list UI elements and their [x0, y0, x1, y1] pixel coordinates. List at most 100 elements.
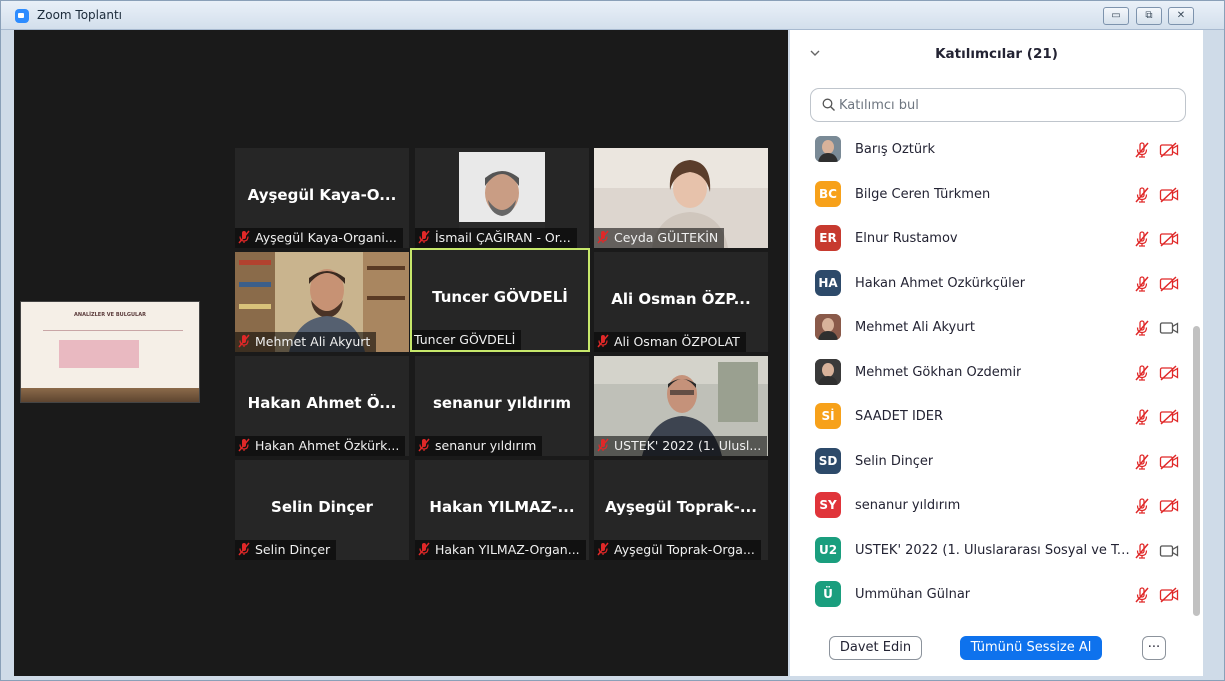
participant-row[interactable]: HA Hakan Ahmet Özkürkçüler: [790, 262, 1190, 306]
tile-label-text: Selin Dinçer: [255, 542, 331, 557]
participant-name: Hakan Ahmet Özkürkçüler: [855, 275, 1026, 291]
video-gallery: ANALİZLER VE BULGULAR Ayşegül Kaya-O... A…: [14, 30, 788, 676]
camera-off-icon[interactable]: [1159, 141, 1179, 159]
avatar-initials: ER: [819, 231, 837, 245]
mic-muted-icon[interactable]: [1133, 408, 1151, 426]
camera-icon[interactable]: [1159, 542, 1179, 560]
camera-off-icon[interactable]: [1159, 230, 1179, 248]
participants-panel: Katılımcılar (21) Barış Öztürk BC Bilge Ce…: [790, 30, 1203, 676]
tile-name-label: Mehmet Ali Akyurt: [235, 332, 377, 352]
more-options-button[interactable]: ···: [1142, 636, 1166, 660]
camera-off-icon[interactable]: [1159, 364, 1179, 382]
participant-tile[interactable]: Hakan Ahmet Ö... Hakan Ahmet Özkürk...: [235, 356, 409, 456]
window-title: Zoom Toplantı: [37, 8, 122, 22]
participant-tile[interactable]: senanur yıldırım senanur yıldırım: [415, 356, 589, 456]
panel-title: Katılımcılar (21): [935, 46, 1058, 62]
participant-row[interactable]: Mehmet Ali Akyurt: [790, 306, 1190, 350]
tile-label-text: Ayşegül Kaya-Organi...: [255, 230, 397, 245]
mic-muted-icon[interactable]: [1133, 586, 1151, 604]
mic-muted-icon: [237, 438, 251, 452]
participant-tile[interactable]: Ali Osman ÖZP... Ali Osman ÖZPOLAT: [594, 252, 768, 352]
participant-name: Elnur Rustamov: [855, 231, 958, 246]
participant-name: SAADET İDER: [855, 409, 944, 424]
participant-name: Bilge Ceren Türkmen: [855, 186, 991, 202]
tile-name-label: Tuncer GÖVDELİ: [412, 330, 522, 350]
scrollbar-thumb[interactable]: [1193, 326, 1200, 616]
mic-muted-icon[interactable]: [1133, 319, 1151, 337]
title-bar: Zoom Toplantı ▭ ⧉ ✕: [1, 1, 1224, 30]
shared-screen-thumbnail[interactable]: ANALİZLER VE BULGULAR: [20, 301, 200, 403]
participant-row[interactable]: Barış Öztürk: [790, 128, 1190, 172]
camera-off-icon[interactable]: [1159, 453, 1179, 471]
participant-row[interactable]: BC Bilge Ceren Türkmen: [790, 173, 1190, 217]
mute-all-button[interactable]: Tümünü Sessize Al: [960, 636, 1102, 660]
participant-tile[interactable]: Tuncer GÖVDELİ Tuncer GÖVDELİ: [410, 248, 590, 352]
search-input[interactable]: [839, 95, 1169, 115]
tile-display-name: senanur yıldırım: [433, 394, 571, 412]
tile-label-text: Ali Osman ÖZPOLAT: [614, 334, 740, 349]
camera-off-icon[interactable]: [1159, 186, 1179, 204]
mic-muted-icon: [417, 230, 431, 244]
avatar-initials: U2: [818, 542, 838, 557]
participant-tile[interactable]: Hakan YILMAZ-... Hakan YILMAZ-Organ...: [415, 460, 589, 560]
participant-row[interactable]: Mehmet Gökhan Özdemir: [790, 351, 1190, 395]
participant-avatar: SY: [815, 492, 841, 518]
mic-muted-icon[interactable]: [1133, 364, 1151, 382]
mic-muted-icon[interactable]: [1133, 453, 1151, 471]
minimize-button[interactable]: ▭: [1103, 7, 1129, 25]
participant-avatar: ER: [815, 225, 841, 251]
avatar-initials: HA: [818, 275, 838, 290]
mic-muted-icon[interactable]: [1133, 542, 1151, 560]
tile-display-name: Selin Dinçer: [271, 498, 373, 516]
participant-tile[interactable]: USTEK' 2022 (1. Ulusl...: [594, 356, 768, 456]
participant-row[interactable]: Ü Ümmühan Gülnar: [790, 573, 1190, 617]
camera-off-icon[interactable]: [1159, 275, 1179, 293]
camera-icon[interactable]: [1159, 319, 1179, 337]
participant-row[interactable]: SY senanur yıldırım: [790, 484, 1190, 528]
camera-off-icon[interactable]: [1159, 408, 1179, 426]
mic-muted-icon: [596, 542, 610, 556]
camera-off-icon[interactable]: [1159, 586, 1179, 604]
tile-label-text: Ceyda GÜLTEKİN: [614, 230, 719, 245]
participant-row[interactable]: U2 USTEK' 2022 (1. Uluslararası Sosyal ve…: [790, 529, 1190, 573]
tile-display-name: Ayşegül Toprak-...: [605, 498, 757, 516]
tile-label-text: Hakan Ahmet Özkürk...: [255, 438, 400, 453]
tile-label-text: Tuncer GÖVDELİ: [414, 332, 516, 347]
participant-name: Mehmet Gökhan Özdemir: [855, 364, 1022, 380]
participant-row[interactable]: ER Elnur Rustamov: [790, 217, 1190, 261]
participant-list-scrollbar[interactable]: [1193, 136, 1200, 616]
mic-muted-icon: [237, 542, 251, 556]
participant-tile[interactable]: Ayşegül Kaya-O... Ayşegül Kaya-Organi...: [235, 148, 409, 248]
participant-tile[interactable]: Mehmet Ali Akyurt: [235, 252, 409, 352]
participant-search[interactable]: [810, 88, 1186, 122]
avatar-photo: [815, 314, 841, 340]
avatar-initials: BC: [819, 186, 837, 201]
mic-muted-icon[interactable]: [1133, 497, 1151, 515]
mic-muted-icon[interactable]: [1133, 230, 1151, 248]
participant-row[interactable]: Sİ SAADET İDER: [790, 395, 1190, 439]
tile-display-name: Ayşegül Kaya-O...: [247, 186, 397, 204]
participant-row[interactable]: SD Selin Dinçer: [790, 440, 1190, 484]
tile-display-name: Hakan YILMAZ-...: [429, 498, 575, 516]
participant-name: Mehmet Ali Akyurt: [855, 320, 975, 335]
participant-tile[interactable]: İsmail ÇAĞIRAN - Or...: [415, 148, 589, 248]
mic-muted-icon: [237, 230, 251, 244]
avatar-initials: SD: [818, 453, 838, 468]
invite-button[interactable]: Davet Edin: [829, 636, 922, 660]
mic-muted-icon[interactable]: [1133, 141, 1151, 159]
close-button[interactable]: ✕: [1168, 7, 1194, 25]
tile-name-label: Ayşegül Toprak-Orga...: [594, 540, 761, 560]
restore-button[interactable]: ⧉: [1136, 7, 1162, 25]
mic-muted-icon[interactable]: [1133, 275, 1151, 293]
participant-avatar: SD: [815, 447, 841, 474]
participant-tile[interactable]: Selin Dinçer Selin Dinçer: [235, 460, 409, 560]
mic-muted-icon[interactable]: [1133, 186, 1151, 204]
participant-tile[interactable]: Ceyda GÜLTEKİN: [594, 148, 768, 248]
participant-tile[interactable]: Ayşegül Toprak-... Ayşegül Toprak-Orga...: [594, 460, 768, 560]
camera-off-icon[interactable]: [1159, 497, 1179, 515]
mic-muted-icon: [417, 438, 431, 452]
participant-avatar: [815, 314, 841, 340]
participant-avatar: Ü: [815, 581, 841, 607]
slide-floor: [21, 388, 199, 402]
participant-name: senanur yıldırım: [855, 498, 961, 513]
